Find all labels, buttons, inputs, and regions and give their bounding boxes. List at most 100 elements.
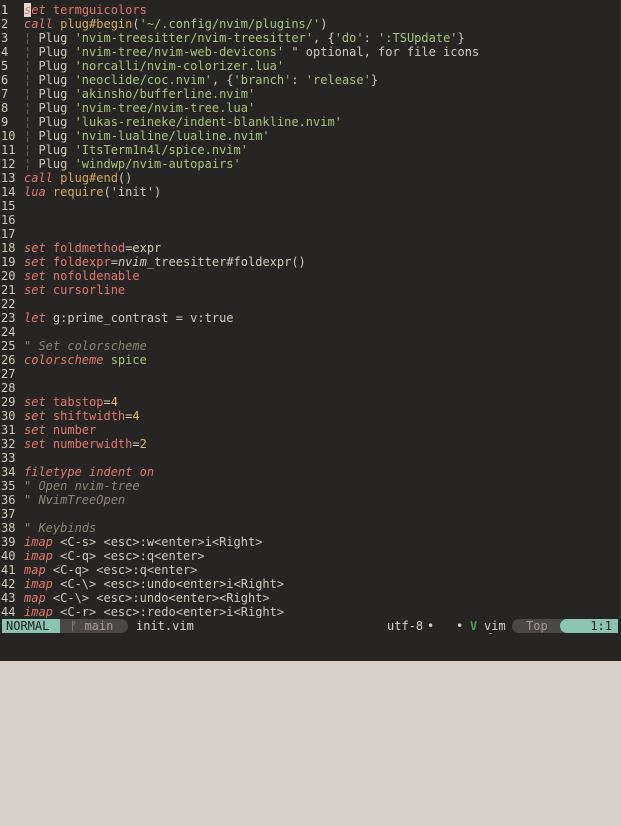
code-line[interactable]: 9 ¦ Plug 'lukas-reineke/indent-blankline.… [0, 115, 620, 129]
code-token: et [31, 3, 53, 17]
code-line[interactable]: 20 set nofoldenable [0, 269, 620, 283]
line-number: 42 [1, 577, 16, 591]
code-token: imap [24, 577, 61, 591]
code-token: call [24, 171, 61, 185]
command-line[interactable] [0, 634, 621, 661]
code-line[interactable]: 33 [0, 451, 620, 465]
line-text: ¦ Plug 'nvim-tree/nvim-web-devicons' " o… [24, 45, 479, 59]
line-text: ¦ Plug 'nvim-tree/nvim-tree.lua' [24, 101, 255, 115]
line-number: 37 [1, 507, 16, 521]
code-line[interactable]: 42 imap <C-\> <esc>:undo<enter>i<Right> [0, 577, 620, 591]
code-line[interactable]: 5 ¦ Plug 'norcalli/nvim-colorizer.lua' [0, 59, 620, 73]
line-number: 4 [1, 45, 9, 59]
code-token: cursorline [52, 283, 126, 297]
code-token: Plug [38, 157, 75, 171]
code-token: set [24, 423, 53, 437]
code-token: ':TSUpdate' [378, 31, 458, 45]
line-number: 18 [1, 241, 16, 255]
code-token: 'ItsTerm1n4l/spice.nvim' [74, 143, 248, 157]
code-line[interactable]: 26 colorscheme spice [0, 353, 620, 367]
code-line[interactable]: 11 ¦ Plug 'ItsTerm1n4l/spice.nvim' [0, 143, 620, 157]
code-line[interactable]: 32 set numberwidth=2 [0, 437, 620, 451]
code-line[interactable]: 19 set foldexpr=nvim_treesitter#foldexpr(… [0, 255, 620, 269]
code-line[interactable]: 27 [0, 367, 620, 381]
code-line[interactable]: 8 ¦ Plug 'nvim-tree/nvim-tree.lua' [0, 101, 620, 115]
line-number: 26 [1, 353, 16, 367]
code-line[interactable]: 36 " NvimTreeOpen [0, 493, 620, 507]
code-line[interactable]: 40 imap <C-q> <esc>:q<enter> [0, 549, 620, 563]
code-token: , { [211, 73, 234, 87]
git-branch: ᚠ main [60, 619, 128, 633]
code-line[interactable]: 39 imap <C-s> <esc>:w<enter>i<Right> [0, 535, 620, 549]
code-token: 'nvim-tree/nvim-tree.lua' [74, 101, 256, 115]
code-line[interactable]: 3 ¦ Plug 'nvim-treesitter/nvim-treesitter… [0, 31, 620, 45]
code-line[interactable]: 6 ¦ Plug 'neoclide/coc.nvim', {'branch': … [0, 73, 620, 87]
code-line[interactable]: 2 call plug#begin('~/.config/nvim/plugins… [0, 17, 620, 31]
code-token: filetype [24, 465, 90, 479]
line-text: set nofoldenable [24, 269, 140, 283]
code-line[interactable]: 31 set number [0, 423, 620, 437]
line-text: call plug#begin('~/.config/nvim/plugins/… [24, 17, 327, 31]
code-line[interactable]: 29 set tabstop=4 [0, 395, 620, 409]
code-line[interactable]: 24 [0, 325, 620, 339]
line-number: 25 [1, 339, 16, 353]
line-number: 28 [1, 381, 16, 395]
code-token: map [24, 591, 53, 605]
code-token: lua [24, 185, 53, 199]
code-token: 'akinsho/bufferline.nvim' [74, 87, 256, 101]
code-line[interactable]: 23 let g:prime_contrast = v:true [0, 311, 620, 325]
code-token: termguicolors [52, 3, 147, 17]
code-line[interactable]: 16 [0, 213, 620, 227]
code-line[interactable]: 10 ¦ Plug 'nvim-lualine/lualine.nvim' [0, 129, 620, 143]
line-number: 17 [1, 227, 16, 241]
code-token: set [24, 283, 53, 297]
code-line[interactable]: 34 filetype indent on [0, 465, 620, 479]
code-token: Plug [38, 59, 75, 73]
terminal-window[interactable]: 1 set termguicolors 2 call plug#begin('~/.c… [0, 0, 621, 661]
code-line[interactable]: 12 ¦ Plug 'windwp/nvim-autopairs' [0, 157, 620, 171]
indent-guide: ¦ [24, 87, 39, 101]
code-line[interactable]: 28 [0, 381, 620, 395]
code-token: } [457, 31, 465, 45]
code-token: Plug [38, 115, 75, 129]
code-token: <C-q> <esc>:q<enter> [52, 563, 198, 577]
vim-icon: V [470, 619, 478, 633]
code-token: imap [24, 549, 61, 563]
code-token: nofoldenable [52, 269, 140, 283]
code-line[interactable]: 21 set cursorline [0, 283, 620, 297]
code-line[interactable]: 22 [0, 297, 620, 311]
code-token: 'norcalli/nvim-colorizer.lua' [74, 59, 285, 73]
code-line[interactable]: 38 " Keybinds [0, 521, 620, 535]
separator-dot: • [427, 619, 435, 633]
git-branch-name: main [84, 619, 114, 633]
code-line[interactable]: 35 " Open nvim-tree [0, 479, 620, 493]
code-line[interactable]: 15 [0, 199, 620, 213]
code-token: map [24, 563, 53, 577]
line-number: 40 [1, 549, 16, 563]
code-token: _treesitter#foldexpr() [146, 255, 306, 269]
code-line[interactable]: 44 imap <C-r> <esc>:redo<enter>i<Right> [0, 605, 620, 619]
code-token: " Set colorscheme [24, 339, 147, 353]
code-line[interactable]: 25 " Set colorscheme [0, 339, 620, 353]
code-line[interactable]: 18 set foldmethod=expr [0, 241, 620, 255]
code-token: colorscheme [24, 353, 111, 367]
code-line[interactable]: 43 map <C-\> <esc>:undo<enter><Right> [0, 591, 620, 605]
editor-buffer[interactable]: 1 set termguicolors 2 call plug#begin('~/.c… [0, 3, 620, 619]
code-token: Plug [38, 87, 75, 101]
code-line[interactable]: 37 [0, 507, 620, 521]
code-token: call [24, 17, 61, 31]
line-text: " Set colorscheme [24, 339, 147, 353]
code-line[interactable]: 1 set termguicolors [0, 3, 620, 17]
code-line[interactable]: 13 call plug#end() [0, 171, 620, 185]
code-token: number [52, 423, 97, 437]
line-text: " Keybinds [24, 521, 96, 535]
line-number: 39 [1, 535, 16, 549]
code-line[interactable]: 4 ¦ Plug 'nvim-tree/nvim-web-devicons' " … [0, 45, 620, 59]
line-text: " NvimTreeOpen [24, 493, 125, 507]
code-token: <C-\> <esc>:undo<enter><Right> [52, 591, 270, 605]
code-line[interactable]: 7 ¦ Plug 'akinsho/bufferline.nvim' [0, 87, 620, 101]
code-line[interactable]: 30 set shiftwidth=4 [0, 409, 620, 423]
code-line[interactable]: 41 map <C-q> <esc>:q<enter> [0, 563, 620, 577]
code-line[interactable]: 17 [0, 227, 620, 241]
code-line[interactable]: 14 lua require('init') [0, 185, 620, 199]
